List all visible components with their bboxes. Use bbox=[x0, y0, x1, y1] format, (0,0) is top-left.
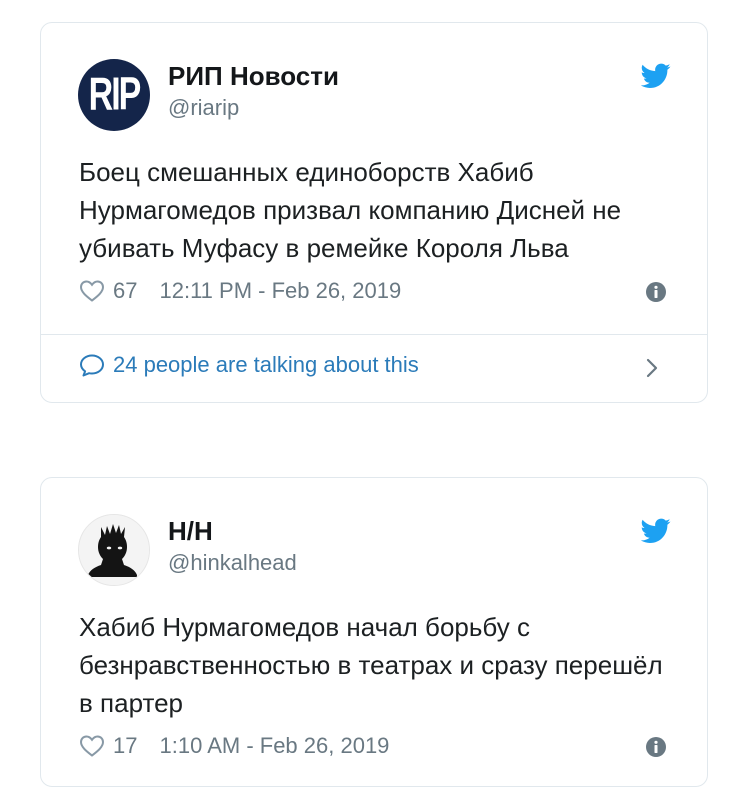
divider bbox=[41, 334, 707, 335]
info-icon[interactable] bbox=[645, 281, 667, 303]
avatar[interactable]: RIP bbox=[78, 59, 150, 131]
heart-icon[interactable] bbox=[79, 279, 105, 303]
tweet-meta: 67 12:11 PM - Feb 26, 2019 bbox=[79, 277, 401, 305]
conversation-label[interactable]: 24 people are talking about this bbox=[113, 352, 419, 378]
tweet-card[interactable]: Н/Н @hinkalhead Хабиб Нурмагомедов начал… bbox=[40, 477, 708, 787]
conversation-link[interactable]: 24 people are talking about this bbox=[79, 352, 419, 378]
author-name[interactable]: РИП Новости bbox=[168, 61, 339, 92]
tweet-card[interactable]: RIP РИП Новости @riarip Боец смешанных е… bbox=[40, 22, 708, 403]
twitter-bird-icon[interactable] bbox=[641, 63, 671, 89]
avatar-logo-text: RIP bbox=[88, 68, 142, 120]
like-count[interactable]: 17 bbox=[113, 733, 137, 759]
tweet-meta: 17 1:10 AM - Feb 26, 2019 bbox=[79, 732, 389, 760]
author-handle[interactable]: @riarip bbox=[168, 95, 239, 121]
tweet-text: Хабиб Нурмагомедов начал борьбу с безнра… bbox=[79, 612, 663, 718]
heart-icon[interactable] bbox=[79, 734, 105, 758]
twitter-bird-icon[interactable] bbox=[641, 518, 671, 544]
like-count[interactable]: 67 bbox=[113, 278, 137, 304]
info-icon[interactable] bbox=[645, 736, 667, 758]
timestamp[interactable]: 1:10 AM - Feb 26, 2019 bbox=[159, 733, 389, 759]
avatar[interactable] bbox=[78, 514, 150, 586]
author-handle[interactable]: @hinkalhead bbox=[168, 550, 297, 576]
author-name[interactable]: Н/Н bbox=[168, 516, 213, 547]
chevron-right-icon[interactable] bbox=[645, 357, 659, 379]
timestamp[interactable]: 12:11 PM - Feb 26, 2019 bbox=[159, 278, 401, 304]
tweet-text: Боец смешанных единоборств Хабиб Нурмаго… bbox=[79, 157, 622, 263]
speech-bubble-icon bbox=[80, 354, 104, 377]
silhouette-avatar-image bbox=[79, 515, 149, 585]
